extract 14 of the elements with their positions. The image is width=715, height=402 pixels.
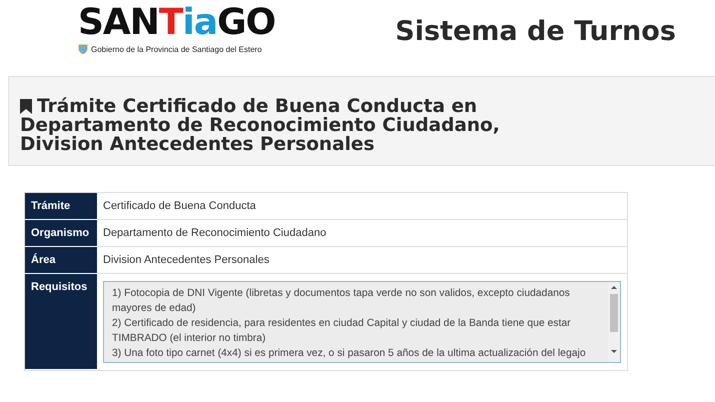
table-cell: Departamento de Reconocimiento Ciudadano bbox=[97, 220, 627, 247]
row-header: Trámite bbox=[25, 193, 97, 220]
bookmark-icon bbox=[20, 99, 32, 114]
requirements-field[interactable]: 1) Fotocopia de DNI Vigente (libretas y documentos tapa verde no son validos, excepto ciudadanos mayores de edad) 2) Certificado de residencia, para residentes en ciudad Capital y ciudad de la Banda tiene que estar TIMBRADO (el interior no timbra) 3) Una foto tipo carnet (4x4) si es primera vez, o si pasaron 5 años de la ultima actualización del legajo bbox=[103, 281, 621, 363]
row-header: Organismo bbox=[25, 220, 97, 247]
logo: SANTiaGO bbox=[78, 4, 276, 42]
row-header: Requisitos bbox=[25, 274, 97, 370]
row-header: Área bbox=[25, 247, 97, 274]
table-cell: Division Antecedentes Personales bbox=[97, 247, 627, 274]
table-cell: Certificado de Buena Conducta bbox=[97, 193, 627, 220]
app-title: Sistema de Turnos bbox=[395, 16, 676, 47]
shield-icon bbox=[78, 44, 88, 54]
page-title: Trámite Certificado de Buena Conducta en Departamento de Reconocimiento Ciudadano, Division Antecedentes Personales bbox=[20, 97, 501, 154]
logo-subtitle: Gobierno de la Provincia de Santiago del Estero bbox=[91, 44, 262, 54]
